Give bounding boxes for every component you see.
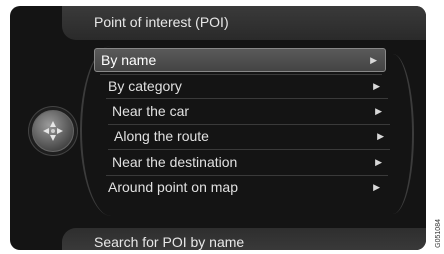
right-triangle-icon: ▶	[377, 130, 384, 141]
menu-item-label: By category	[108, 78, 182, 94]
menu-item-label: Near the car	[112, 103, 190, 119]
menu-item-around-point-on-map[interactable]: Around point on map ▶	[108, 176, 388, 198]
menu-item-label: Near the destination	[112, 154, 238, 170]
right-triangle-icon: ▶	[370, 54, 377, 65]
menu-item-by-name[interactable]: By name ▶	[94, 48, 386, 72]
divider	[106, 98, 388, 99]
navigation-screen: Point of interest (POI) By name ▶ By cat…	[10, 6, 426, 250]
divider	[108, 149, 390, 150]
help-text: Search for POI by name	[94, 234, 245, 250]
figure-code: G051084	[435, 219, 442, 248]
right-triangle-icon: ▶	[375, 156, 382, 167]
right-triangle-icon: ▶	[375, 105, 382, 116]
right-triangle-icon: ▶	[373, 80, 380, 91]
menu-item-near-the-car[interactable]: Near the car ▶	[112, 100, 390, 122]
menu-item-along-the-route[interactable]: Along the route ▶	[114, 125, 392, 147]
menu-item-label: By name	[101, 52, 157, 68]
poi-menu: By name ▶ By category ▶ Near the car ▶ A…	[10, 6, 426, 250]
right-triangle-icon: ▶	[373, 181, 380, 192]
menu-item-near-the-destination[interactable]: Near the destination ▶	[112, 151, 390, 173]
menu-item-by-category[interactable]: By category ▶	[108, 75, 388, 97]
menu-item-label: Along the route	[114, 128, 209, 144]
menu-item-label: Around point on map	[108, 179, 238, 195]
